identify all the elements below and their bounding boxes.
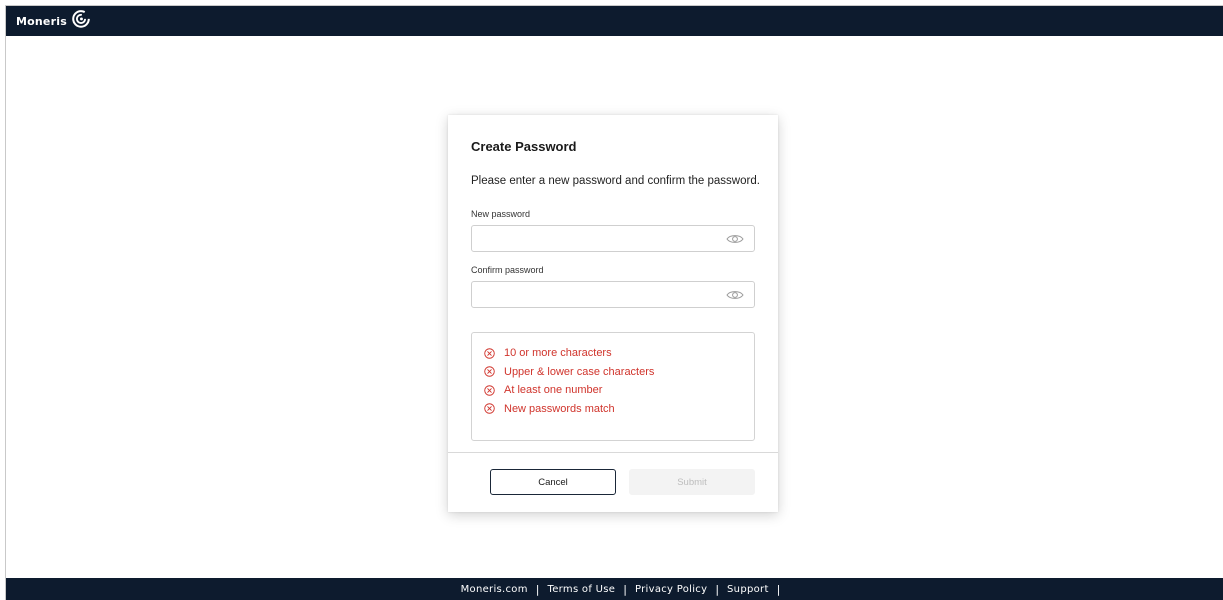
requirement-label: New passwords match <box>504 402 615 415</box>
requirement-item: 10 or more characters <box>472 344 754 362</box>
footer-link-support[interactable]: Support <box>727 584 769 595</box>
moneris-logo[interactable]: Moneris <box>16 10 92 32</box>
circle-x-icon <box>484 347 495 359</box>
new-password-input[interactable] <box>472 226 712 251</box>
footer-separator: | <box>715 582 720 596</box>
footer-separator: | <box>776 582 781 596</box>
new-password-field <box>471 225 755 252</box>
brand-name: Moneris <box>16 14 67 28</box>
dialog-divider <box>448 452 778 453</box>
cancel-button[interactable]: Cancel <box>490 469 616 495</box>
create-password-dialog: Create Password Please enter a new passw… <box>448 115 778 512</box>
moneris-swirl-icon <box>72 10 90 28</box>
dialog-title: Create Password <box>471 139 577 154</box>
top-navbar: Moneris <box>6 6 1223 36</box>
new-password-label: New password <box>471 209 531 219</box>
footer-separator: | <box>535 582 540 596</box>
eye-icon[interactable] <box>726 289 744 301</box>
footer-link-terms[interactable]: Terms of Use <box>548 584 616 595</box>
eye-icon[interactable] <box>726 233 744 245</box>
confirm-password-label: Confirm password <box>471 265 544 275</box>
password-requirements: 10 or more characters Upper & lower case… <box>471 332 755 441</box>
requirement-item: New passwords match <box>472 400 754 418</box>
requirement-label: Upper & lower case characters <box>504 365 655 378</box>
footer-link-privacy[interactable]: Privacy Policy <box>635 584 707 595</box>
confirm-password-input[interactable] <box>472 282 712 307</box>
requirement-label: 10 or more characters <box>504 347 612 359</box>
dialog-description: Please enter a new password and confirm … <box>471 175 760 187</box>
footer-bar: Moneris.com | Terms of Use | Privacy Pol… <box>6 578 1223 600</box>
requirement-item: Upper & lower case characters <box>472 363 754 381</box>
confirm-password-field <box>471 281 755 308</box>
circle-x-icon <box>484 366 495 377</box>
requirement-label: At least one number <box>504 384 603 396</box>
footer-separator: | <box>623 582 627 596</box>
footer-links: Moneris.com | Terms of Use | Privacy Pol… <box>441 583 789 596</box>
footer-link-moneris[interactable]: Moneris.com <box>461 584 528 595</box>
submit-button[interactable]: Submit <box>629 469 755 495</box>
requirement-item: At least one number <box>472 381 754 399</box>
circle-x-icon <box>484 403 495 414</box>
circle-x-icon <box>484 384 495 396</box>
